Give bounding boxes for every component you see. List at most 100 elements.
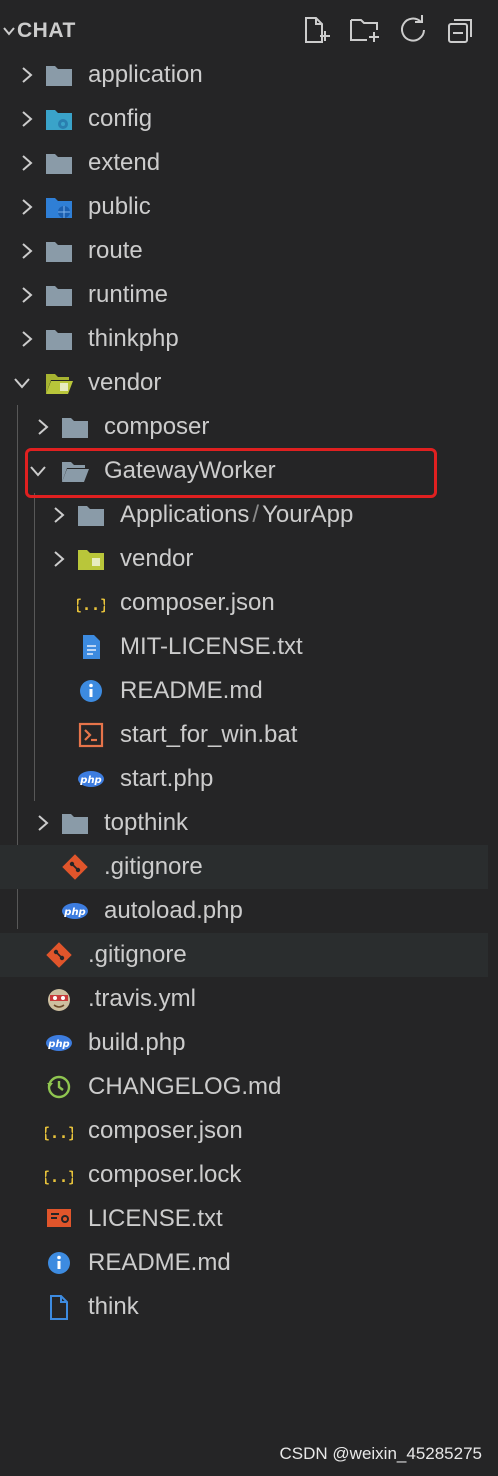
chevron-down-icon[interactable] bbox=[12, 373, 32, 393]
tree-item-label: runtime bbox=[88, 281, 169, 308]
tree-item-root-gitignore[interactable]: .gitignore bbox=[0, 933, 498, 977]
folder-icon bbox=[62, 814, 88, 834]
chevron-right-icon[interactable] bbox=[17, 241, 37, 261]
tree-item-route[interactable]: route bbox=[0, 229, 498, 273]
chevron-right-icon[interactable] bbox=[33, 813, 53, 833]
tree-item-readme[interactable]: README.md bbox=[0, 1241, 498, 1285]
git-icon bbox=[62, 854, 88, 880]
refresh-icon[interactable] bbox=[397, 14, 429, 46]
tree-item-composer[interactable]: composer bbox=[0, 405, 498, 449]
tree-item-label: README.md bbox=[120, 677, 263, 704]
chevron-right-icon[interactable] bbox=[33, 417, 53, 437]
path-separator: / bbox=[252, 501, 260, 528]
folder-icon bbox=[46, 242, 72, 262]
tree-item-think[interactable]: think bbox=[0, 1285, 498, 1329]
chevron-right-icon[interactable] bbox=[17, 329, 37, 349]
tree-item-label: start_for_win.bat bbox=[120, 721, 298, 748]
tree-item-label: .travis.yml bbox=[88, 985, 196, 1012]
tree-item-travis[interactable]: .travis.yml bbox=[0, 977, 498, 1021]
text-file-icon bbox=[83, 635, 100, 659]
tree-item-label: route bbox=[88, 237, 143, 264]
tree-item-label: Applications / YourApp bbox=[120, 501, 353, 529]
chevron-right-icon[interactable] bbox=[17, 65, 37, 85]
tree-item-autoload[interactable]: php autoload.php bbox=[0, 889, 498, 933]
tree-item-label: composer.json bbox=[88, 1117, 243, 1144]
folder-icon bbox=[78, 506, 104, 526]
tree-item-vendor-gitignore[interactable]: .gitignore bbox=[0, 845, 498, 889]
tree-item-license[interactable]: LICENSE.txt bbox=[0, 1197, 498, 1241]
tree-item-label: README.md bbox=[88, 1249, 231, 1276]
folder-icon bbox=[46, 66, 72, 86]
tree-item-thinkphp[interactable]: thinkphp bbox=[0, 317, 498, 361]
explorer-title[interactable]: CHAT bbox=[17, 19, 76, 43]
svg-text:{..}: {..} bbox=[45, 1168, 73, 1186]
folder-icon bbox=[62, 418, 88, 438]
tree-item-label: build.php bbox=[88, 1029, 186, 1056]
json-icon: {..} bbox=[45, 1124, 73, 1142]
tree-item-label: think bbox=[88, 1293, 139, 1320]
svg-text:php: php bbox=[63, 907, 85, 918]
folder-icon bbox=[46, 330, 72, 350]
tree-item-config[interactable]: config bbox=[0, 97, 498, 141]
tree-item-vendor[interactable]: vendor bbox=[0, 361, 498, 405]
highlight-annotation bbox=[25, 448, 437, 498]
tree-item-build[interactable]: php build.php bbox=[0, 1021, 498, 1065]
tree-item-composer-json[interactable]: {..} composer.json bbox=[0, 1109, 498, 1153]
chevron-right-icon[interactable] bbox=[17, 285, 37, 305]
folder-icon bbox=[46, 154, 72, 174]
tree-item-gw-start-bat[interactable]: start_for_win.bat bbox=[0, 713, 498, 757]
collapse-all-icon[interactable] bbox=[445, 14, 477, 46]
tree-item-topthink[interactable]: topthink bbox=[0, 801, 498, 845]
tree-item-applications[interactable]: Applications / YourApp bbox=[0, 493, 498, 537]
tree-item-composer-lock[interactable]: {..} composer.lock bbox=[0, 1153, 498, 1197]
tree-item-label: application bbox=[88, 61, 203, 88]
tree-item-label: LICENSE.txt bbox=[88, 1205, 223, 1232]
chevron-right-icon[interactable] bbox=[17, 153, 37, 173]
info-icon bbox=[48, 1252, 70, 1274]
info-icon bbox=[80, 680, 102, 702]
tree-item-extend[interactable]: extend bbox=[0, 141, 498, 185]
tree-item-label: .gitignore bbox=[88, 941, 187, 968]
tree-item-gw-composer-json[interactable]: {..} composer.json bbox=[0, 581, 498, 625]
watermark: CSDN @weixin_45285275 bbox=[279, 1444, 482, 1463]
chevron-right-icon[interactable] bbox=[49, 549, 69, 569]
license-icon bbox=[47, 1209, 71, 1227]
tree-item-gw-vendor[interactable]: vendor bbox=[0, 537, 498, 581]
tree-item-label: vendor bbox=[120, 545, 194, 572]
tree-item-label: CHANGELOG.md bbox=[88, 1073, 282, 1100]
explorer-header: CHAT bbox=[0, 0, 498, 60]
changelog-icon bbox=[47, 1075, 71, 1099]
tree-item-label: start.php bbox=[120, 765, 214, 792]
tree-item-label: topthink bbox=[104, 809, 189, 836]
public-folder-icon bbox=[46, 198, 72, 218]
tree-item-public[interactable]: public bbox=[0, 185, 498, 229]
svg-text:{..}: {..} bbox=[45, 1124, 73, 1142]
tree-item-label: MIT-LICENSE.txt bbox=[120, 633, 303, 660]
path-segment: YourApp bbox=[262, 501, 354, 528]
chevron-down-icon[interactable] bbox=[2, 24, 16, 38]
folder-icon bbox=[46, 286, 72, 306]
new-folder-icon[interactable] bbox=[349, 14, 381, 46]
chevron-right-icon[interactable] bbox=[17, 197, 37, 217]
chevron-right-icon[interactable] bbox=[17, 109, 37, 129]
tree-item-runtime[interactable]: runtime bbox=[0, 273, 498, 317]
path-segment: Applications bbox=[120, 501, 250, 528]
php-icon: php bbox=[78, 771, 104, 787]
vendor-folder-icon bbox=[78, 550, 104, 570]
tree-item-gw-license[interactable]: MIT-LICENSE.txt bbox=[0, 625, 498, 669]
tree-item-application[interactable]: application bbox=[0, 53, 498, 97]
tree-item-changelog[interactable]: CHANGELOG.md bbox=[0, 1065, 498, 1109]
config-folder-icon bbox=[46, 110, 72, 130]
terminal-icon bbox=[78, 722, 104, 748]
tree-item-label: autoload.php bbox=[104, 897, 243, 924]
vendor-folder-open-icon bbox=[46, 374, 73, 394]
new-file-icon[interactable] bbox=[300, 14, 332, 46]
tree-item-gw-readme[interactable]: README.md bbox=[0, 669, 498, 713]
tree-item-gw-start-php[interactable]: php start.php bbox=[0, 757, 498, 801]
travis-icon bbox=[48, 989, 70, 1011]
svg-text:php: php bbox=[47, 1039, 69, 1050]
tree-item-label: composer.json bbox=[120, 589, 275, 616]
tree-item-label: public bbox=[88, 193, 151, 220]
chevron-right-icon[interactable] bbox=[49, 505, 69, 525]
php-icon: php bbox=[46, 1035, 72, 1051]
